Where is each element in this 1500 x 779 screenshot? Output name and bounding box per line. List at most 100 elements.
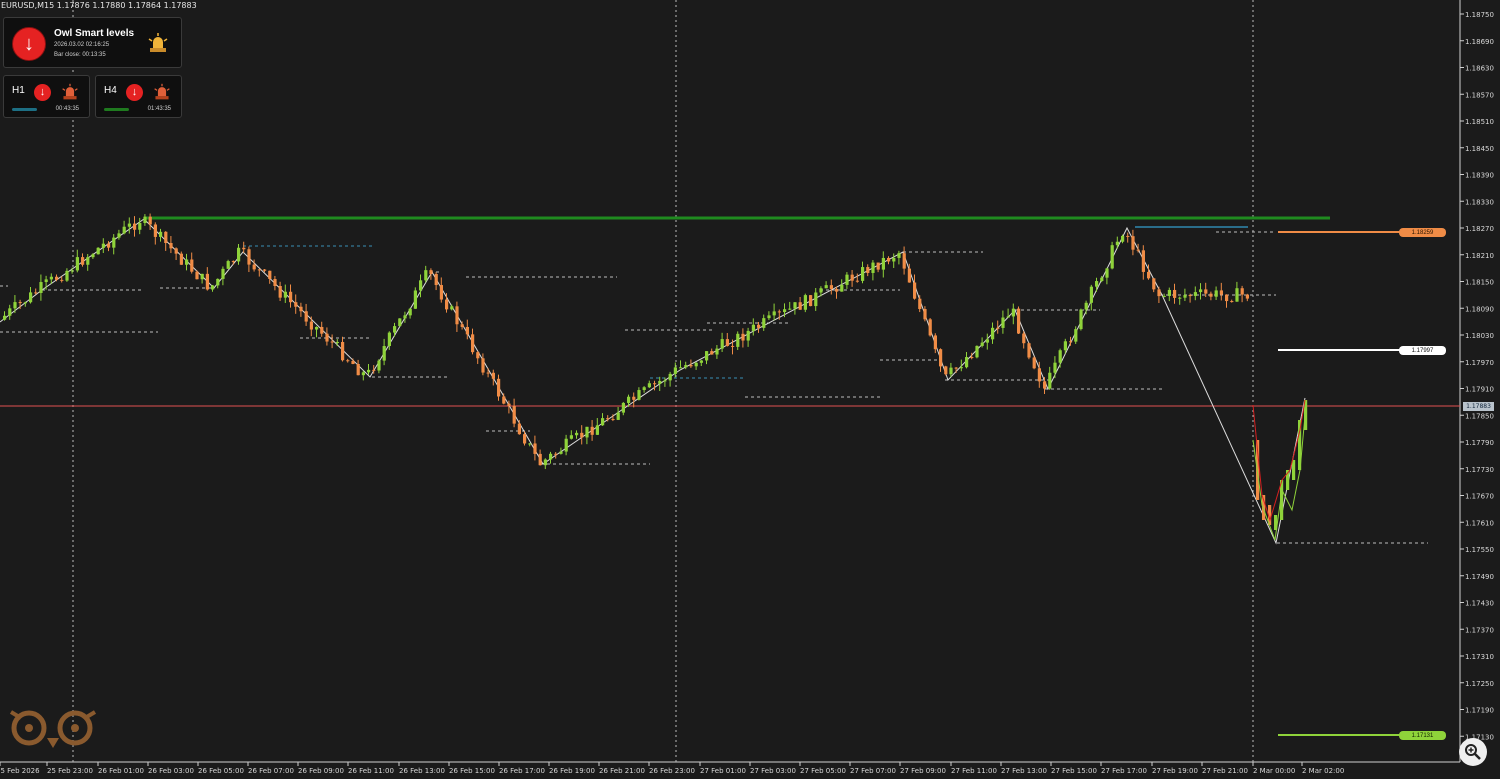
candle-body	[601, 418, 605, 426]
candle-body	[907, 268, 911, 283]
candle-body	[892, 257, 896, 262]
time-axis-label: 27 Feb 07:00	[850, 767, 896, 775]
zigzag-line	[0, 218, 1306, 545]
candle-body	[1048, 372, 1052, 389]
candle-body	[767, 315, 771, 319]
candle-body	[424, 270, 428, 281]
candle-body	[143, 216, 147, 224]
candle-body	[606, 418, 610, 420]
candle-body	[29, 292, 33, 303]
candle-body	[351, 360, 355, 365]
candle-body	[783, 309, 787, 313]
candle-body	[559, 451, 563, 454]
panel-title: Owl Smart levels	[54, 28, 135, 39]
candle-body	[554, 453, 558, 455]
price-axis-label: 1.17190	[1465, 707, 1494, 715]
candle-body	[954, 367, 958, 369]
candle-body	[148, 216, 152, 225]
candle-body	[933, 335, 937, 350]
candle-body	[517, 423, 521, 435]
candle-body	[533, 443, 537, 454]
owl-smart-levels-panel[interactable]: ↓ Owl Smart levels 2026.03.02 02:16:25 B…	[3, 17, 182, 68]
candle-body	[985, 339, 989, 343]
candle-body	[491, 372, 495, 379]
candle-body	[845, 274, 849, 285]
candle-body	[502, 396, 506, 404]
candle-body	[855, 280, 859, 282]
price-axis-label: 1.18090	[1465, 305, 1494, 313]
candle-body	[455, 306, 459, 325]
price-axis-label: 1.17850	[1465, 412, 1494, 420]
level-tag-white[interactable]: 1.17997	[1399, 346, 1446, 355]
time-axis-label: 27 Feb 21:00	[1202, 767, 1248, 775]
candle-body	[211, 285, 215, 290]
candle-body	[1193, 292, 1197, 296]
price-axis-label: 1.17910	[1465, 386, 1494, 394]
candle-body	[777, 311, 781, 313]
candle-body	[107, 243, 111, 248]
candle-body	[1043, 381, 1047, 389]
candle-body	[315, 326, 319, 330]
candle-body	[757, 324, 761, 328]
candle-body	[1162, 295, 1166, 297]
down-arrow-icon: ↓	[34, 84, 51, 101]
candle-body	[819, 288, 823, 293]
candle-body	[658, 380, 662, 384]
candle-body	[133, 223, 137, 230]
candle-body	[65, 270, 69, 281]
candle-body	[195, 271, 199, 280]
candle-body	[850, 274, 854, 281]
candle-body	[330, 341, 334, 343]
candle-body	[814, 292, 818, 307]
candle-body	[741, 333, 745, 341]
candle-body	[377, 360, 381, 371]
candle-body	[257, 269, 261, 271]
candle-body	[793, 302, 797, 309]
candle-body	[871, 262, 875, 273]
candle-body	[1011, 308, 1015, 317]
magnifier-icon	[1465, 744, 1481, 760]
time-axis-label: 26 Feb 17:00	[499, 767, 545, 775]
time-axis-label: 27 Feb 13:00	[1001, 767, 1047, 775]
candle-body	[1204, 289, 1208, 294]
candle-body	[231, 261, 235, 263]
candle-body	[13, 302, 17, 309]
siren-icon	[154, 83, 170, 100]
candle-body	[705, 351, 709, 361]
time-axis-label: 26 Feb 01:00	[98, 767, 144, 775]
candle-body	[1225, 294, 1229, 302]
candle-body	[928, 319, 932, 336]
level-tag-green[interactable]: 1.17131	[1399, 731, 1446, 740]
time-axis-label: 27 Feb 09:00	[900, 767, 946, 775]
candle-body	[751, 324, 755, 331]
candle-body	[939, 349, 943, 367]
candle-body	[528, 443, 532, 445]
candle-body	[1017, 308, 1021, 334]
time-axis-label: 27 Feb 11:00	[951, 767, 997, 775]
candle-body	[1141, 250, 1145, 272]
timeframe-panel-h4[interactable]: H4 ↓ 01:43:35	[95, 75, 182, 118]
owl-logo-icon	[9, 710, 97, 748]
candle-body	[419, 280, 423, 291]
time-axis-label: 27 Feb 01:00	[700, 767, 746, 775]
candle-body	[684, 365, 688, 368]
candle-body	[39, 282, 43, 293]
candle-body	[1188, 295, 1192, 297]
price-axis-label: 1.18210	[1465, 252, 1494, 260]
candle-body	[294, 302, 298, 307]
candle-body	[1027, 343, 1031, 358]
price-chart[interactable]: 1.18750 1.18690 1.18630 1.18570 1.18510 1.184…	[0, 0, 1500, 779]
time-axis-label: 27 Feb 05:00	[800, 767, 846, 775]
time-axis-label: 26 Feb 13:00	[399, 767, 445, 775]
candle-body	[34, 292, 38, 294]
candle-body	[1131, 236, 1135, 250]
timeframe-panel-h1[interactable]: H1 ↓ 00:43:35	[3, 75, 90, 118]
candle-body	[179, 253, 183, 265]
candle-body	[725, 339, 729, 346]
candle-body	[1245, 294, 1249, 299]
candle-body	[616, 412, 620, 420]
zoom-button[interactable]	[1459, 738, 1487, 766]
candle-body	[996, 327, 1000, 329]
candle-body	[273, 278, 277, 286]
level-tag-orange[interactable]: 1.18259	[1399, 228, 1446, 237]
